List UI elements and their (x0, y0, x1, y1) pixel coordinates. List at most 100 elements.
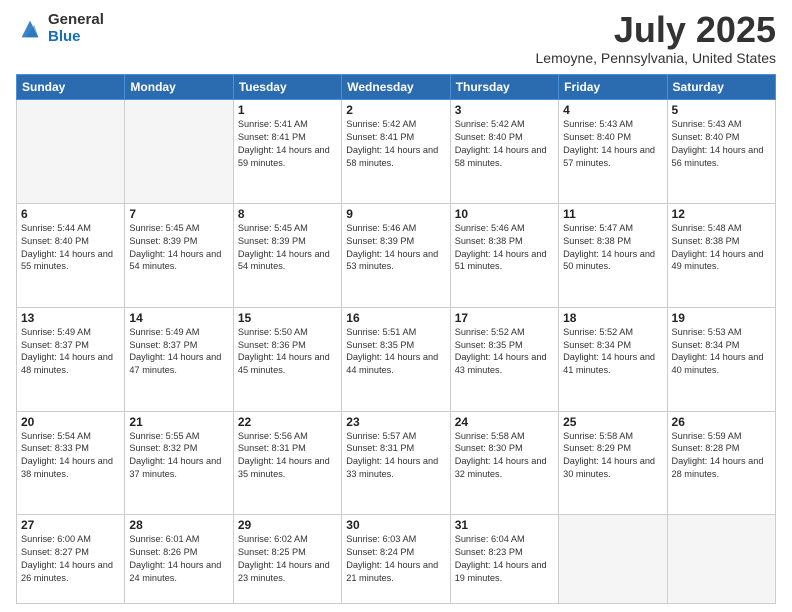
table-cell: 5Sunrise: 5:43 AMSunset: 8:40 PMDaylight… (667, 100, 775, 204)
col-sunday: Sunday (17, 75, 125, 100)
day-number: 20 (21, 415, 120, 429)
day-info: Sunrise: 6:03 AMSunset: 8:24 PMDaylight:… (346, 533, 445, 585)
day-info: Sunrise: 5:56 AMSunset: 8:31 PMDaylight:… (238, 430, 337, 482)
table-cell (17, 100, 125, 204)
day-number: 15 (238, 311, 337, 325)
day-number: 3 (455, 103, 554, 117)
day-number: 9 (346, 207, 445, 221)
table-cell: 6Sunrise: 5:44 AMSunset: 8:40 PMDaylight… (17, 203, 125, 307)
week-row-2: 6Sunrise: 5:44 AMSunset: 8:40 PMDaylight… (17, 203, 776, 307)
day-number: 29 (238, 518, 337, 532)
title-section: July 2025 Lemoyne, Pennsylvania, United … (536, 12, 776, 66)
table-cell: 26Sunrise: 5:59 AMSunset: 8:28 PMDayligh… (667, 411, 775, 515)
day-info: Sunrise: 5:49 AMSunset: 8:37 PMDaylight:… (129, 326, 228, 378)
day-info: Sunrise: 5:59 AMSunset: 8:28 PMDaylight:… (672, 430, 771, 482)
logo-text: General Blue (48, 12, 104, 45)
table-cell: 25Sunrise: 5:58 AMSunset: 8:29 PMDayligh… (559, 411, 667, 515)
table-cell: 4Sunrise: 5:43 AMSunset: 8:40 PMDaylight… (559, 100, 667, 204)
day-number: 14 (129, 311, 228, 325)
day-number: 7 (129, 207, 228, 221)
day-number: 23 (346, 415, 445, 429)
day-info: Sunrise: 6:02 AMSunset: 8:25 PMDaylight:… (238, 533, 337, 585)
day-info: Sunrise: 6:00 AMSunset: 8:27 PMDaylight:… (21, 533, 120, 585)
day-number: 30 (346, 518, 445, 532)
table-cell: 24Sunrise: 5:58 AMSunset: 8:30 PMDayligh… (450, 411, 558, 515)
table-cell: 3Sunrise: 5:42 AMSunset: 8:40 PMDaylight… (450, 100, 558, 204)
day-number: 31 (455, 518, 554, 532)
logo: General Blue (16, 12, 104, 45)
day-number: 10 (455, 207, 554, 221)
day-info: Sunrise: 5:43 AMSunset: 8:40 PMDaylight:… (563, 118, 662, 170)
day-number: 27 (21, 518, 120, 532)
table-cell: 17Sunrise: 5:52 AMSunset: 8:35 PMDayligh… (450, 307, 558, 411)
day-info: Sunrise: 5:52 AMSunset: 8:34 PMDaylight:… (563, 326, 662, 378)
table-cell: 10Sunrise: 5:46 AMSunset: 8:38 PMDayligh… (450, 203, 558, 307)
day-info: Sunrise: 5:58 AMSunset: 8:30 PMDaylight:… (455, 430, 554, 482)
logo-blue-text: Blue (48, 29, 104, 46)
day-number: 24 (455, 415, 554, 429)
col-tuesday: Tuesday (233, 75, 341, 100)
day-info: Sunrise: 5:42 AMSunset: 8:41 PMDaylight:… (346, 118, 445, 170)
day-info: Sunrise: 5:45 AMSunset: 8:39 PMDaylight:… (238, 222, 337, 274)
logo-icon (16, 15, 44, 43)
day-number: 17 (455, 311, 554, 325)
day-number: 13 (21, 311, 120, 325)
day-info: Sunrise: 5:51 AMSunset: 8:35 PMDaylight:… (346, 326, 445, 378)
day-number: 22 (238, 415, 337, 429)
col-friday: Friday (559, 75, 667, 100)
table-cell: 14Sunrise: 5:49 AMSunset: 8:37 PMDayligh… (125, 307, 233, 411)
day-number: 19 (672, 311, 771, 325)
table-cell: 13Sunrise: 5:49 AMSunset: 8:37 PMDayligh… (17, 307, 125, 411)
page: General Blue July 2025 Lemoyne, Pennsylv… (0, 0, 792, 612)
day-info: Sunrise: 5:46 AMSunset: 8:39 PMDaylight:… (346, 222, 445, 274)
day-info: Sunrise: 5:49 AMSunset: 8:37 PMDaylight:… (21, 326, 120, 378)
day-number: 6 (21, 207, 120, 221)
day-info: Sunrise: 5:50 AMSunset: 8:36 PMDaylight:… (238, 326, 337, 378)
day-number: 4 (563, 103, 662, 117)
table-cell: 8Sunrise: 5:45 AMSunset: 8:39 PMDaylight… (233, 203, 341, 307)
table-cell: 27Sunrise: 6:00 AMSunset: 8:27 PMDayligh… (17, 515, 125, 604)
day-number: 2 (346, 103, 445, 117)
col-monday: Monday (125, 75, 233, 100)
day-number: 11 (563, 207, 662, 221)
day-info: Sunrise: 5:57 AMSunset: 8:31 PMDaylight:… (346, 430, 445, 482)
table-cell: 18Sunrise: 5:52 AMSunset: 8:34 PMDayligh… (559, 307, 667, 411)
table-cell: 31Sunrise: 6:04 AMSunset: 8:23 PMDayligh… (450, 515, 558, 604)
day-number: 8 (238, 207, 337, 221)
table-cell: 2Sunrise: 5:42 AMSunset: 8:41 PMDaylight… (342, 100, 450, 204)
day-info: Sunrise: 6:04 AMSunset: 8:23 PMDaylight:… (455, 533, 554, 585)
col-wednesday: Wednesday (342, 75, 450, 100)
day-number: 12 (672, 207, 771, 221)
day-info: Sunrise: 5:48 AMSunset: 8:38 PMDaylight:… (672, 222, 771, 274)
day-info: Sunrise: 5:42 AMSunset: 8:40 PMDaylight:… (455, 118, 554, 170)
day-number: 16 (346, 311, 445, 325)
table-cell: 19Sunrise: 5:53 AMSunset: 8:34 PMDayligh… (667, 307, 775, 411)
day-number: 1 (238, 103, 337, 117)
header: General Blue July 2025 Lemoyne, Pennsylv… (16, 12, 776, 66)
day-info: Sunrise: 5:58 AMSunset: 8:29 PMDaylight:… (563, 430, 662, 482)
table-cell: 1Sunrise: 5:41 AMSunset: 8:41 PMDaylight… (233, 100, 341, 204)
table-cell (667, 515, 775, 604)
table-cell: 22Sunrise: 5:56 AMSunset: 8:31 PMDayligh… (233, 411, 341, 515)
day-number: 25 (563, 415, 662, 429)
day-info: Sunrise: 5:54 AMSunset: 8:33 PMDaylight:… (21, 430, 120, 482)
month-title: July 2025 (536, 12, 776, 48)
day-info: Sunrise: 5:47 AMSunset: 8:38 PMDaylight:… (563, 222, 662, 274)
day-number: 18 (563, 311, 662, 325)
calendar-table: Sunday Monday Tuesday Wednesday Thursday… (16, 74, 776, 604)
calendar-header-row: Sunday Monday Tuesday Wednesday Thursday… (17, 75, 776, 100)
day-info: Sunrise: 5:44 AMSunset: 8:40 PMDaylight:… (21, 222, 120, 274)
day-info: Sunrise: 5:45 AMSunset: 8:39 PMDaylight:… (129, 222, 228, 274)
week-row-1: 1Sunrise: 5:41 AMSunset: 8:41 PMDaylight… (17, 100, 776, 204)
table-cell: 11Sunrise: 5:47 AMSunset: 8:38 PMDayligh… (559, 203, 667, 307)
table-cell: 12Sunrise: 5:48 AMSunset: 8:38 PMDayligh… (667, 203, 775, 307)
logo-general-text: General (48, 12, 104, 29)
table-cell: 23Sunrise: 5:57 AMSunset: 8:31 PMDayligh… (342, 411, 450, 515)
day-info: Sunrise: 5:43 AMSunset: 8:40 PMDaylight:… (672, 118, 771, 170)
day-info: Sunrise: 5:52 AMSunset: 8:35 PMDaylight:… (455, 326, 554, 378)
week-row-5: 27Sunrise: 6:00 AMSunset: 8:27 PMDayligh… (17, 515, 776, 604)
day-number: 28 (129, 518, 228, 532)
day-info: Sunrise: 5:53 AMSunset: 8:34 PMDaylight:… (672, 326, 771, 378)
table-cell (125, 100, 233, 204)
day-info: Sunrise: 5:55 AMSunset: 8:32 PMDaylight:… (129, 430, 228, 482)
